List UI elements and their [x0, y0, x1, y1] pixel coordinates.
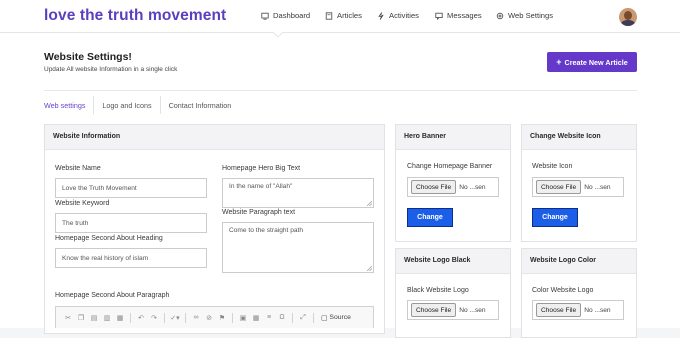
toolbar-separator	[185, 312, 186, 323]
nav-articles-label: Articles	[337, 11, 362, 20]
nav-dashboard-label: Dashboard	[273, 11, 311, 20]
source-icon: ▢	[321, 314, 328, 322]
tab-web-settings[interactable]: Web settings	[44, 96, 93, 114]
nav-activities-label: Activities	[389, 11, 419, 20]
plus-icon: +	[556, 56, 562, 67]
source-label: Source	[329, 314, 351, 321]
brand-logo-text[interactable]: love the truth movement	[44, 7, 226, 25]
website-logo-color-heading: Website Logo Color	[522, 249, 636, 274]
messages-icon	[435, 12, 443, 20]
website-icon-label: Website Icon	[532, 163, 573, 170]
nav-activities[interactable]: Activities	[377, 11, 419, 20]
undo-icon[interactable]: ↶	[135, 312, 147, 324]
page-title: Website Settings!	[44, 51, 132, 63]
toolbar-separator	[292, 312, 293, 323]
source-button[interactable]: ▢ Source	[318, 314, 354, 322]
user-avatar[interactable]	[619, 8, 637, 26]
website-icon-change-button[interactable]: Change	[532, 208, 578, 227]
change-website-icon-heading: Change Website Icon	[522, 125, 636, 150]
special-char-icon[interactable]: Ω	[276, 312, 288, 324]
choose-file-button[interactable]: Choose File	[411, 180, 457, 194]
unlink-icon[interactable]: ⊘	[203, 312, 215, 324]
nav-articles[interactable]: Articles	[325, 11, 362, 20]
header-divider	[44, 90, 637, 91]
dashboard-icon	[261, 12, 269, 20]
second-about-paragraph-label: Homepage Second About Paragraph	[55, 292, 170, 299]
hero-banner-heading: Hero Banner	[396, 125, 510, 150]
color-logo-file-input[interactable]: Choose File No ...sen	[532, 300, 624, 320]
toolbar-separator	[313, 312, 314, 323]
paste-icon[interactable]: ▤	[88, 312, 100, 324]
paste-text-icon[interactable]: ▥	[101, 312, 113, 324]
anchor-flag-icon[interactable]: ⚑	[216, 312, 228, 324]
black-logo-file-input[interactable]: Choose File No ...sen	[407, 300, 499, 320]
nav-web-settings-label: Web Settings	[508, 11, 554, 20]
copy-icon[interactable]: ❐	[75, 312, 87, 324]
maximize-icon[interactable]: ⤢	[297, 312, 309, 324]
image-icon[interactable]: ▣	[237, 312, 249, 324]
cut-icon[interactable]: ✂	[62, 312, 74, 324]
website-information-heading: Website Information	[45, 125, 384, 150]
paragraph-text-textarea[interactable]: Come to the straight path	[222, 222, 374, 273]
activities-icon	[378, 11, 384, 20]
spellcheck-icon[interactable]: ✓▾	[169, 312, 181, 324]
website-logo-black-heading: Website Logo Black	[396, 249, 510, 274]
second-about-heading-label: Homepage Second About Heading	[55, 235, 163, 242]
paragraph-text-label: Website Paragraph text	[222, 209, 296, 216]
hero-big-text-label: Homepage Hero Big Text	[222, 165, 301, 172]
top-navbar: love the truth movement Dashboard Articl…	[0, 0, 680, 33]
choose-file-button[interactable]: Choose File	[536, 180, 582, 194]
hero-banner-file-input[interactable]: Choose File No ...sen	[407, 177, 499, 197]
active-nav-caret-icon	[273, 32, 283, 37]
hero-big-text-value: In the name of "Allah"	[229, 183, 293, 190]
website-name-label: Website Name	[55, 165, 101, 172]
resize-handle-icon[interactable]	[367, 266, 372, 271]
hero-banner-change-button[interactable]: Change	[407, 208, 453, 227]
choose-file-button[interactable]: Choose File	[411, 303, 457, 317]
paste-word-icon[interactable]: ▦	[114, 312, 126, 324]
paragraph-text-value: Come to the straight path	[229, 227, 304, 234]
second-about-heading-input[interactable]: Know the real history of islam	[55, 248, 207, 268]
file-status-text: No ...sen	[584, 306, 611, 314]
settings-icon	[496, 12, 504, 19]
create-new-article-label: Create New Article	[564, 57, 628, 67]
website-name-input[interactable]: Love the Truth Movement	[55, 178, 207, 198]
nav-messages-label: Messages	[447, 11, 482, 20]
redo-icon[interactable]: ↷	[148, 312, 160, 324]
page-subtitle: Update All website Information in a sing…	[44, 66, 178, 73]
website-keyword-label: Website Keyword	[55, 200, 110, 207]
nav-dashboard[interactable]: Dashboard	[261, 11, 310, 20]
choose-file-button[interactable]: Choose File	[536, 303, 582, 317]
settings-tabs: Web settings Logo and Icons Contact Info…	[44, 96, 239, 114]
articles-icon	[325, 11, 333, 20]
website-keyword-input[interactable]: The truth	[55, 213, 207, 233]
nav-web-settings[interactable]: Web Settings	[496, 11, 553, 20]
file-status-text: No ...sen	[459, 306, 486, 314]
link-icon[interactable]: ∞	[190, 312, 202, 324]
tab-logo-and-icons[interactable]: Logo and Icons	[93, 96, 159, 114]
file-status-text: No ...sen	[459, 183, 486, 191]
color-logo-label: Color Website Logo	[532, 287, 594, 294]
toolbar-separator	[164, 312, 165, 323]
resize-handle-icon[interactable]	[367, 201, 372, 206]
nav-messages[interactable]: Messages	[435, 11, 482, 20]
create-new-article-button[interactable]: + Create New Article	[547, 52, 637, 72]
tab-contact-information[interactable]: Contact Information	[159, 96, 240, 114]
editor-toolbar: ✂ ❐ ▤ ▥ ▦ ↶ ↷ ✓▾ ∞ ⊘ ⚑ ▣ ▦ ≡ Ω ⤢ ▢ Sourc…	[55, 306, 374, 328]
toolbar-separator	[130, 312, 131, 323]
horizontal-line-icon[interactable]: ≡	[263, 312, 275, 324]
website-icon-file-input[interactable]: Choose File No ...sen	[532, 177, 624, 197]
table-icon[interactable]: ▦	[250, 312, 262, 324]
black-logo-label: Black Website Logo	[407, 287, 469, 294]
toolbar-separator	[232, 312, 233, 323]
hero-big-text-textarea[interactable]: In the name of "Allah"	[222, 178, 374, 208]
file-status-text: No ...sen	[584, 183, 611, 191]
hero-banner-label: Change Homepage Banner	[407, 163, 493, 170]
